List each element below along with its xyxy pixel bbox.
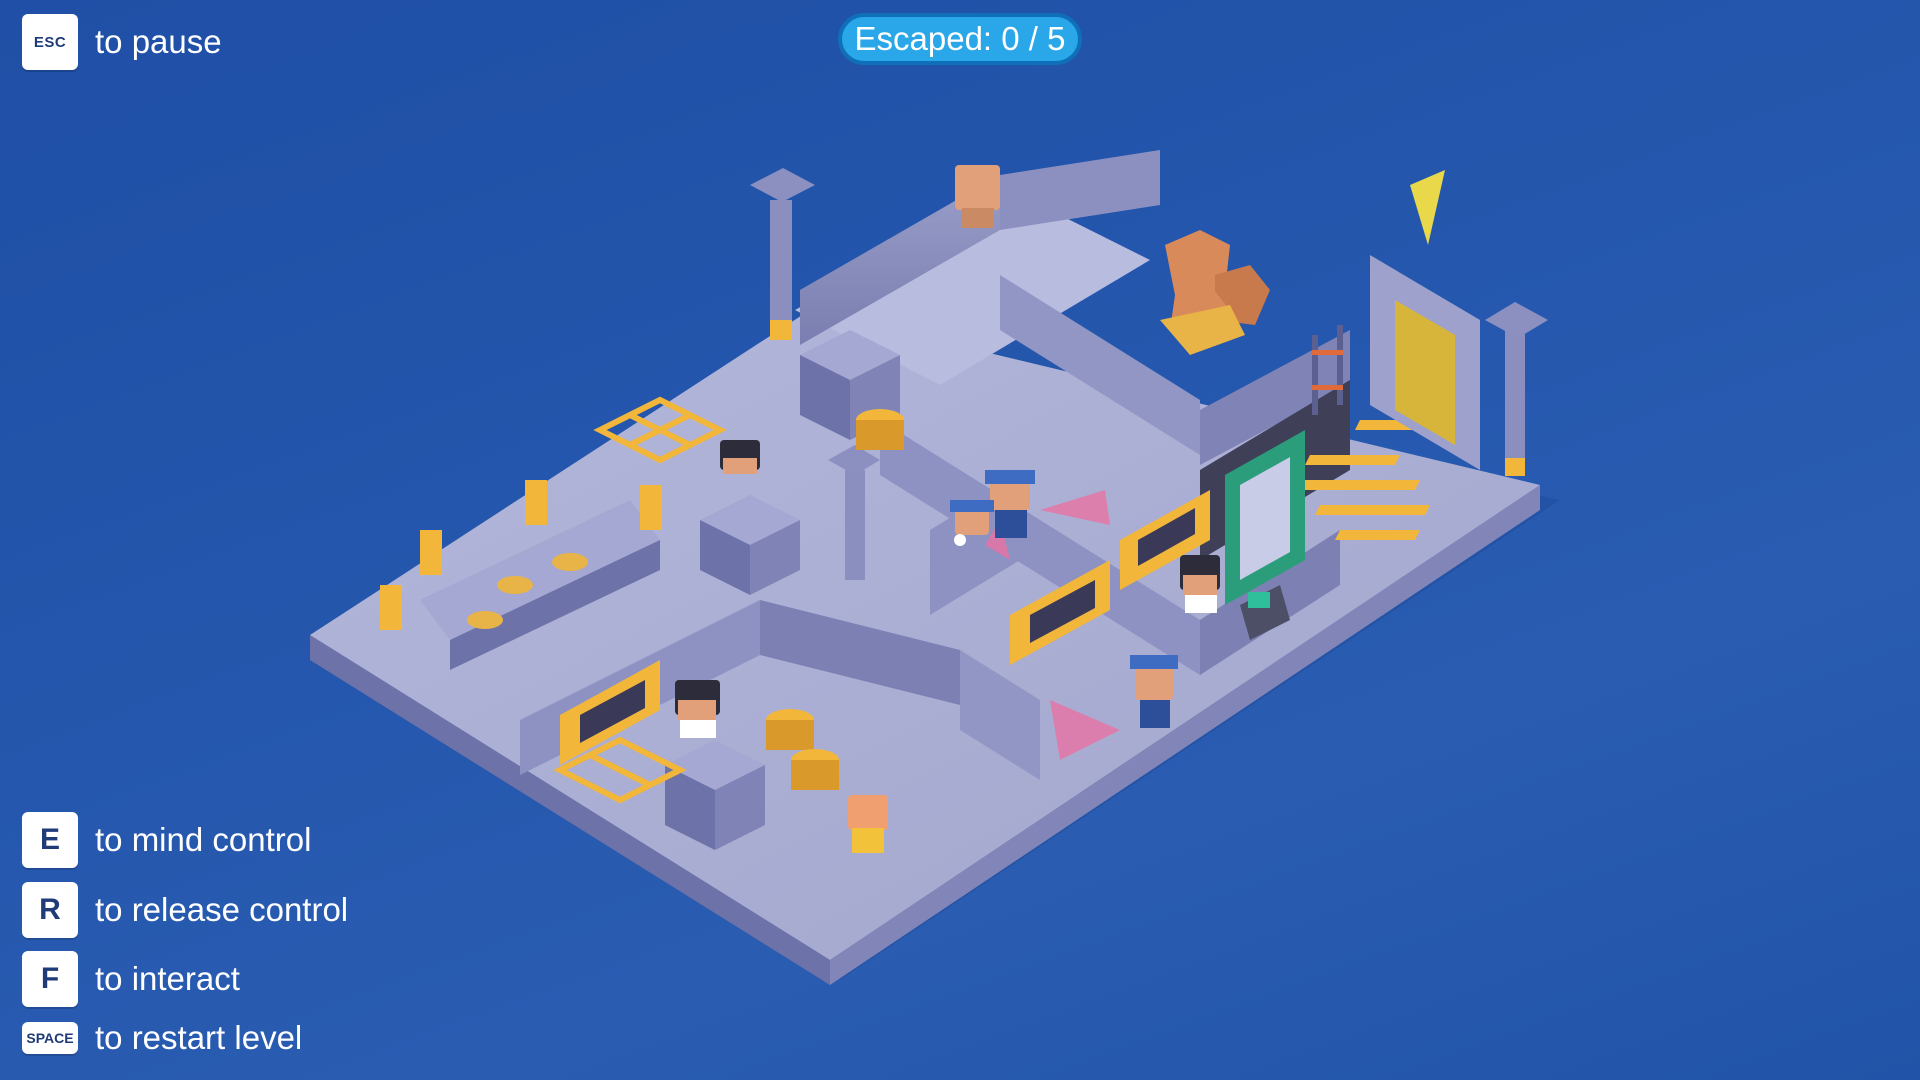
character-scientist-3[interactable] xyxy=(720,440,760,474)
character-guard-2[interactable] xyxy=(950,500,994,535)
exit-door[interactable] xyxy=(1370,255,1480,470)
character-scientist-1[interactable] xyxy=(1180,555,1220,613)
control-hint-release: R to release control xyxy=(22,882,348,938)
r-key-icon: R xyxy=(22,882,78,938)
restart-label: to restart level xyxy=(95,1019,303,1056)
e-key-icon: E xyxy=(22,812,78,868)
control-hint-interact: F to interact xyxy=(22,951,240,1007)
control-hint-pause: ESC to pause xyxy=(22,14,222,70)
character-scientist-2[interactable] xyxy=(675,680,720,738)
f-key-icon: F xyxy=(22,951,78,1007)
release-control-label: to release control xyxy=(95,891,349,928)
character-prisoner-girl[interactable] xyxy=(848,795,888,853)
rock-pile xyxy=(1160,230,1270,355)
control-hint-mind-control: E to mind control xyxy=(22,812,311,868)
game-viewport[interactable]: Escaped: 0 / 5 ESC to pause E to mind co… xyxy=(0,0,1920,1080)
space-key-icon: SPACE xyxy=(22,1022,78,1054)
exit-marker-icon xyxy=(1410,170,1445,245)
escaped-counter: Escaped: 0 / 5 xyxy=(838,13,1082,65)
interact-label: to interact xyxy=(95,960,240,997)
cursor-dot xyxy=(954,534,966,546)
control-hint-restart: SPACE to restart level xyxy=(22,1010,302,1066)
pause-label: to pause xyxy=(95,23,222,60)
mind-control-label: to mind control xyxy=(95,821,312,858)
esc-key-icon: ESC xyxy=(22,14,78,70)
